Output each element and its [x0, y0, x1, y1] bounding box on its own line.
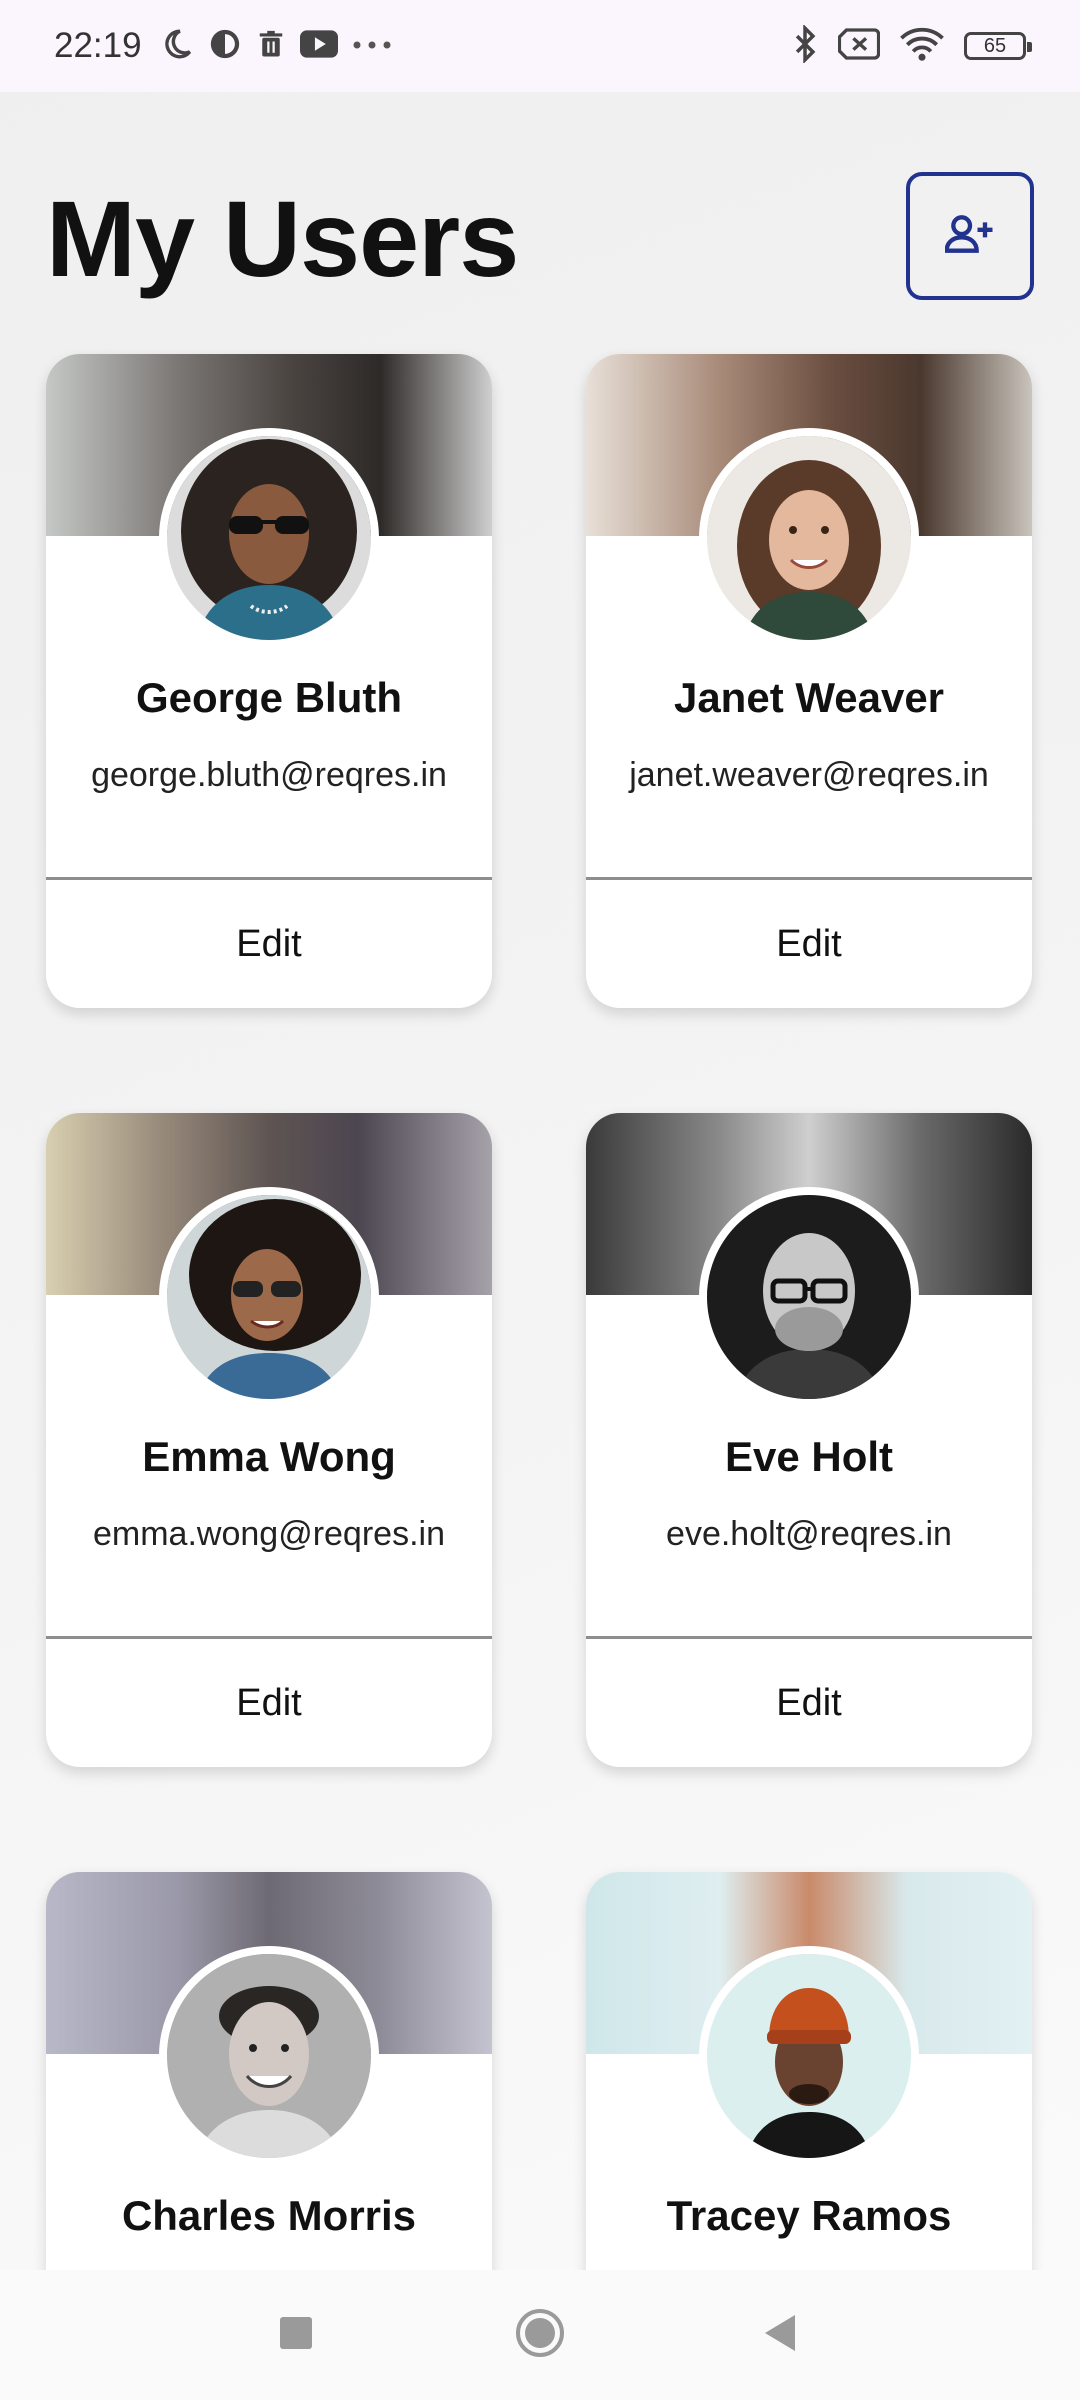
page-title: My Users — [46, 178, 519, 299]
user-name: Tracey Ramos — [666, 2192, 952, 2239]
user-name: Janet Weaver — [673, 674, 945, 721]
avatar — [159, 1946, 379, 2166]
person-add-icon — [944, 214, 995, 259]
avatar — [159, 428, 379, 648]
back-button[interactable] — [720, 2270, 840, 2400]
user-card: Emma Wong emma.wong@reqres.in Edit — [46, 1113, 492, 1767]
back-triangle-icon — [761, 2313, 799, 2358]
user-email: emma.wong@reqres.in — [93, 1515, 445, 1553]
avatar — [699, 428, 919, 648]
data-saver-icon — [208, 27, 242, 66]
avatar — [159, 1187, 379, 1407]
user-name: Emma Wong — [142, 1433, 396, 1480]
home-button[interactable] — [480, 2270, 600, 2400]
status-right: 65 — [792, 23, 1032, 68]
no-sim-icon — [837, 27, 881, 65]
recents-square-icon — [278, 2315, 314, 2356]
add-user-button[interactable] — [906, 172, 1034, 300]
user-name: Eve Holt — [724, 1433, 894, 1480]
navigation-bar — [0, 2270, 1080, 2400]
avatar — [699, 1187, 919, 1407]
edit-button[interactable]: Edit — [46, 880, 492, 1008]
user-email: george.bluth@reqres.in — [91, 756, 447, 794]
status-left: 22:19 — [54, 26, 392, 66]
bluetooth-icon — [792, 23, 818, 68]
user-card: Eve Holt eve.holt@reqres.in Edit — [586, 1113, 1032, 1767]
edit-button[interactable]: Edit — [46, 1639, 492, 1767]
battery-indicator: 65 — [964, 32, 1032, 60]
user-card: Janet Weaver janet.weaver@reqres.in Edit — [586, 354, 1032, 1008]
avatar — [699, 1946, 919, 2166]
status-time: 22:19 — [54, 26, 142, 65]
user-name: Charles Morris — [121, 2192, 417, 2239]
more-dots-icon — [352, 37, 392, 55]
user-email: janet.weaver@reqres.in — [629, 756, 989, 794]
status-bar: 22:19 65 — [0, 0, 1080, 92]
user-email: eve.holt@reqres.in — [666, 1515, 952, 1553]
trash-icon — [256, 28, 286, 65]
wifi-icon — [900, 26, 944, 67]
edit-button[interactable]: Edit — [586, 880, 1032, 1008]
home-circle-icon — [514, 2307, 566, 2364]
youtube-icon — [299, 29, 338, 64]
user-card: George Bluth george.bluth@reqres.in Edit — [46, 354, 492, 1008]
recents-button[interactable] — [236, 2270, 356, 2400]
moon-icon — [160, 27, 194, 66]
edit-button[interactable]: Edit — [586, 1639, 1032, 1767]
user-name: George Bluth — [135, 674, 402, 721]
